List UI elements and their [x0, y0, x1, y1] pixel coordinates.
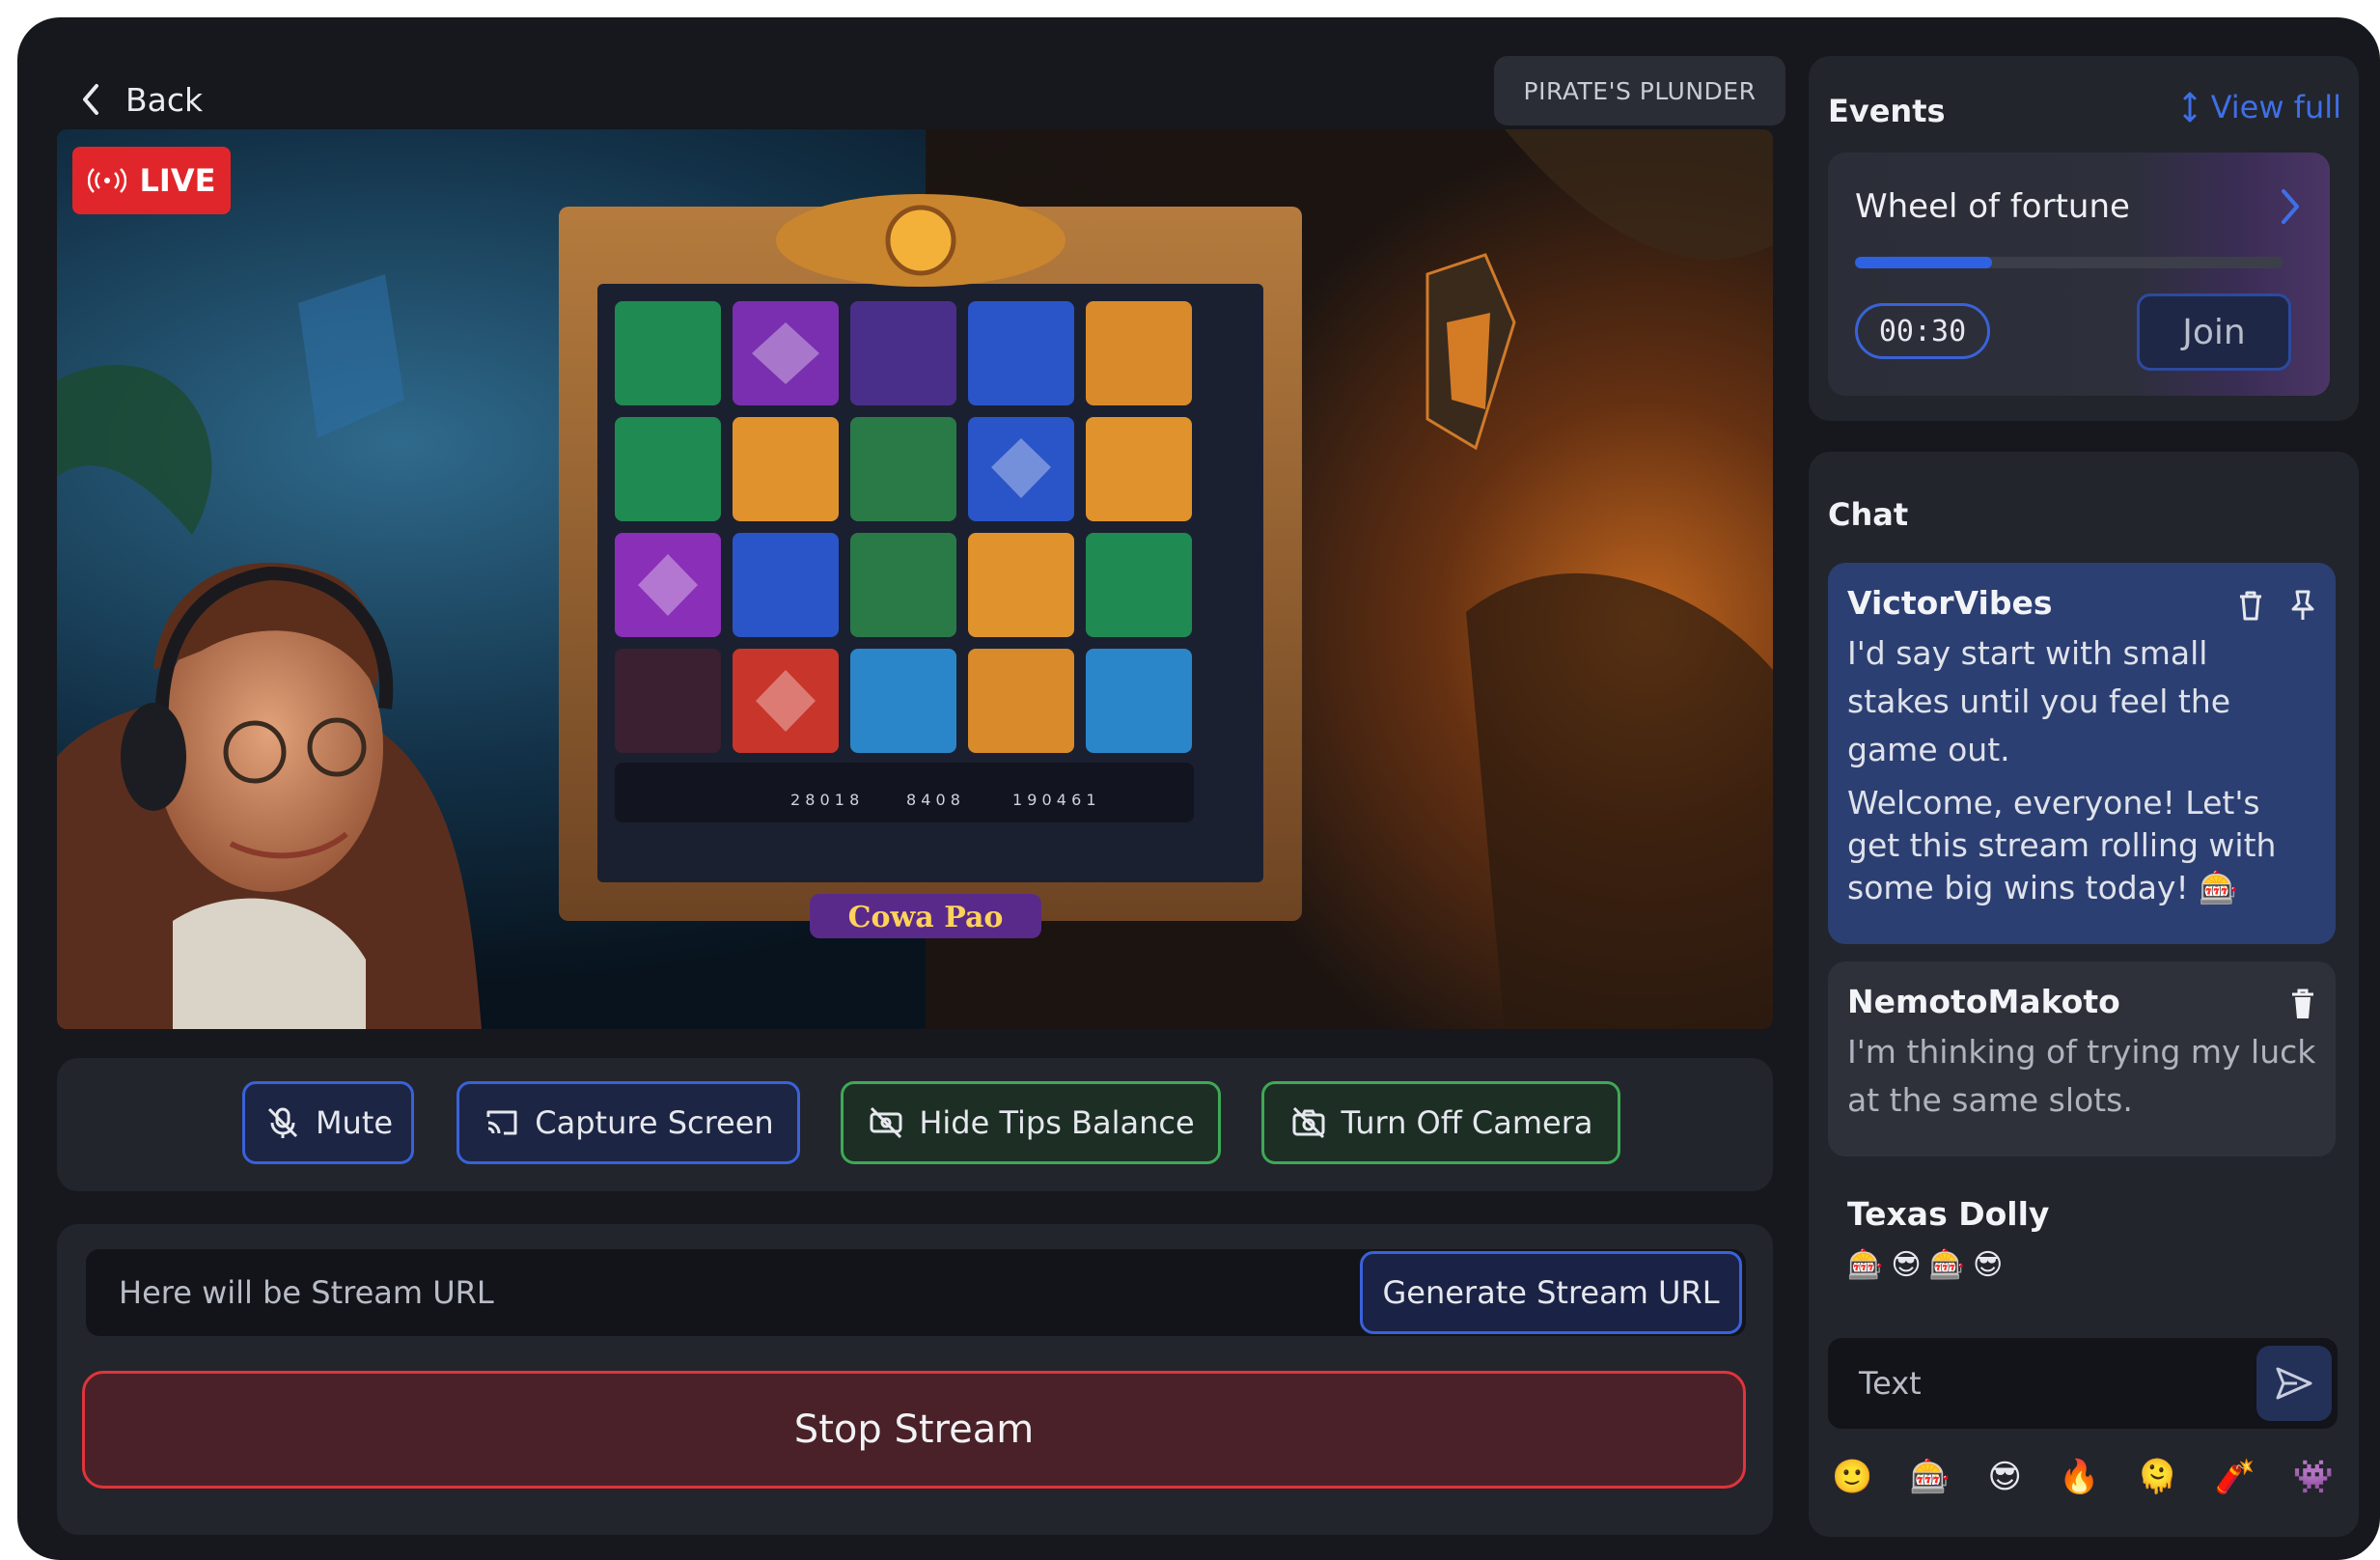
- chat-input-placeholder: Text: [1859, 1365, 1922, 1402]
- emoji-button[interactable]: 😎: [1988, 1458, 2022, 1496]
- hide-tips-balance-label: Hide Tips Balance: [919, 1104, 1195, 1141]
- chat-message: Texas Dolly 🎰 😎 🎰 😎: [1828, 1174, 2336, 1299]
- slot-logo-text: Cowa Pao: [848, 901, 1004, 934]
- stream-frame-image: 2 8 0 1 8 8 4 0 8 1 9 0 4 6 1 Cowa Pao: [57, 129, 1773, 1029]
- emoji-button[interactable]: 🧨: [2215, 1458, 2255, 1496]
- chat-message-user: Texas Dolly: [1847, 1195, 2050, 1233]
- slot-stat-1: 2 8 0 1 8: [790, 791, 859, 809]
- trash-icon[interactable]: [2287, 987, 2318, 1021]
- emoji-button[interactable]: 🔥: [2059, 1458, 2099, 1496]
- hide-tips-balance-button[interactable]: Hide Tips Balance: [841, 1081, 1221, 1164]
- stream-url-panel: Here will be Stream URL Generate Stream …: [57, 1224, 1773, 1535]
- emoji-button[interactable]: 🫠: [2137, 1458, 2177, 1496]
- stream-controls-bar: Mute Capture Screen Hide Tips Balance Tu…: [57, 1058, 1773, 1191]
- trash-icon[interactable]: [2235, 588, 2266, 623]
- event-card-wheel-of-fortune[interactable]: Wheel of fortune 00:30 Join: [1828, 153, 2330, 396]
- turn-off-camera-label: Turn Off Camera: [1341, 1104, 1593, 1141]
- back-button[interactable]: Back: [79, 75, 203, 124]
- stop-stream-button[interactable]: Stop Stream: [82, 1371, 1746, 1489]
- emoji-button[interactable]: 🎰: [1910, 1458, 1951, 1496]
- stream-url-field[interactable]: Here will be Stream URL Generate Stream …: [86, 1249, 1746, 1336]
- cast-screen-icon: [486, 1110, 517, 1135]
- event-timer: 00:30: [1855, 303, 1990, 359]
- send-message-button[interactable]: [2256, 1346, 2332, 1421]
- stream-url-text: Here will be Stream URL: [119, 1274, 494, 1311]
- stream-preview[interactable]: LIVE 2 8 0 1 8 8 4 0 8 1 9 0 4 6 1 Cowa …: [57, 129, 1773, 1029]
- game-name-badge: PIRATE'S PLUNDER: [1494, 56, 1785, 125]
- camera-off-icon: [1292, 1106, 1324, 1139]
- chat-message-text: I'm thinking of trying my luck at the sa…: [1847, 1033, 2316, 1119]
- emoji: 😎: [1973, 1248, 2004, 1282]
- chevron-left-icon: [83, 84, 98, 115]
- emoji-picker-bar: 🙂 🎰 😎 🔥 🫠 🧨 👾: [1828, 1448, 2338, 1506]
- chat-message-actions: [2287, 987, 2318, 1021]
- expand-vertical-icon: [2183, 92, 2197, 123]
- emoji: 🎰: [1847, 1248, 1884, 1282]
- broadcast-icon: [87, 168, 126, 193]
- generate-stream-url-button[interactable]: Generate Stream URL: [1360, 1251, 1742, 1334]
- chat-message: NemotoMakoto I'm thinking of trying my l…: [1828, 961, 2336, 1156]
- join-event-button[interactable]: Join: [2137, 293, 2291, 371]
- live-label: LIVE: [139, 162, 216, 199]
- emoji: 🎰: [1928, 1248, 1965, 1282]
- slot-stat-3: 1 9 0 4 6 1: [1012, 791, 1096, 809]
- live-badge: LIVE: [72, 147, 231, 214]
- back-label: Back: [125, 80, 204, 119]
- chat-title: Chat: [1828, 496, 1909, 533]
- chat-message-user: NemotoMakoto: [1847, 983, 2120, 1020]
- microphone-off-icon: [267, 1107, 297, 1138]
- view-full-link[interactable]: View full: [2182, 89, 2341, 125]
- chat-input[interactable]: Text: [1828, 1338, 2338, 1429]
- mute-button[interactable]: Mute: [242, 1081, 414, 1164]
- send-icon: [2276, 1367, 2312, 1400]
- events-panel: Events View full Wheel of fortune 00:30 …: [1809, 56, 2359, 421]
- capture-screen-button[interactable]: Capture Screen: [457, 1081, 800, 1164]
- event-progress-fill: [1855, 257, 1993, 268]
- pin-icon[interactable]: [2287, 588, 2318, 623]
- chat-panel: Chat VictorVibes I'd say start with smal…: [1809, 452, 2359, 1537]
- chat-message: VictorVibes I'd say start with small sta…: [1828, 563, 2336, 944]
- money-off-icon: [870, 1106, 902, 1139]
- chat-message-emojis: 🎰 😎 🎰 😎: [1847, 1248, 2316, 1282]
- chat-message-actions: [2235, 588, 2318, 623]
- mute-label: Mute: [315, 1104, 394, 1141]
- emoji-button[interactable]: 🙂: [1832, 1458, 1872, 1496]
- event-name: Wheel of fortune: [1855, 187, 2130, 226]
- view-full-label: View full: [2210, 89, 2341, 125]
- emoji-button[interactable]: 👾: [2293, 1458, 2334, 1496]
- event-progress-bar: [1855, 257, 2283, 268]
- streamer-dashboard: Back PIRATE'S PLUNDER LIVE 2 8 0 1 8 8 4…: [17, 17, 2380, 1560]
- turn-off-camera-button[interactable]: Turn Off Camera: [1261, 1081, 1620, 1164]
- chevron-right-icon[interactable]: [2278, 185, 2303, 228]
- chat-message-text: Welcome, everyone! Let's get this stream…: [1847, 784, 2277, 906]
- events-title: Events: [1828, 93, 1946, 129]
- capture-screen-label: Capture Screen: [535, 1104, 774, 1141]
- chat-message-text: I'd say start with small stakes until yo…: [1847, 634, 2231, 768]
- emoji: 😎: [1891, 1248, 1922, 1282]
- slot-stat-2: 8 4 0 8: [906, 791, 960, 809]
